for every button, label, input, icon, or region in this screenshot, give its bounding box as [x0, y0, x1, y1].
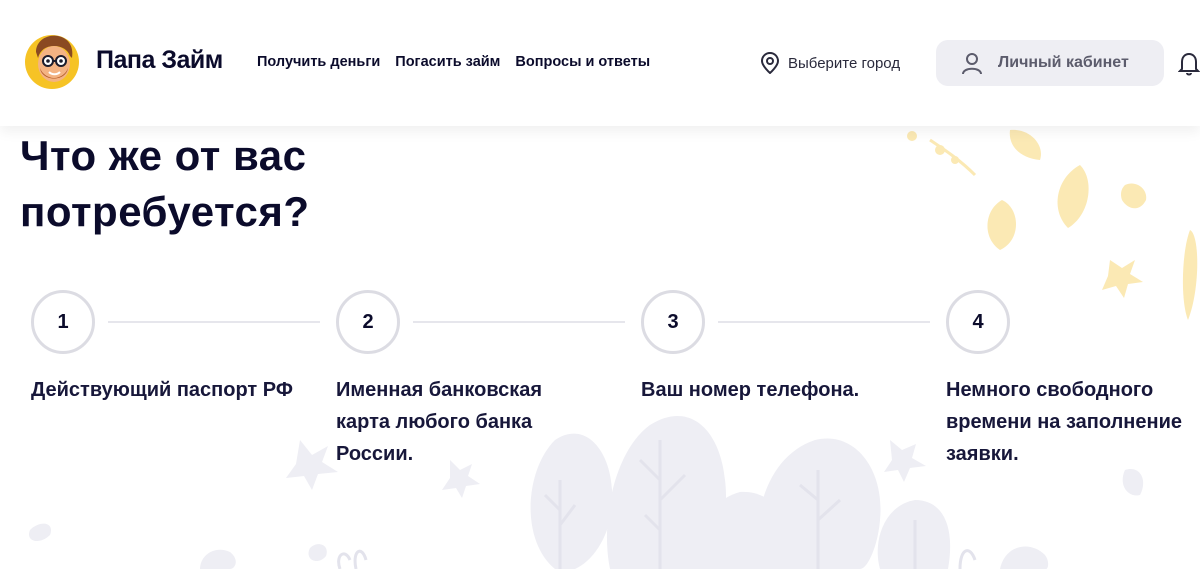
step-3-number: 3: [641, 290, 705, 354]
step-3-text: Ваш номер телефона.: [641, 379, 860, 401]
step-1-text: Действующий паспорт РФ: [31, 379, 293, 401]
section-title: Что же от вас потребуется?: [20, 128, 310, 240]
step-1-number: 1: [31, 290, 95, 354]
city-selector[interactable]: Выберите город: [760, 52, 900, 74]
nav-repay-loan-link[interactable]: Погасить займ: [395, 54, 500, 70]
step-connector-line: [108, 321, 320, 323]
nav-get-money-link[interactable]: Получить деньги: [257, 54, 380, 70]
section-title-line-1: Что же от вас: [20, 132, 307, 179]
bell-icon: [1177, 52, 1200, 76]
page: Папа Займ Получить деньги Погасить займ …: [0, 0, 1200, 569]
location-pin-icon: [760, 52, 780, 74]
step-connector-line: [413, 321, 625, 323]
personal-cabinet-button[interactable]: Личный кабинет: [936, 40, 1164, 86]
section-title-line-2: потребуется?: [20, 188, 310, 235]
user-icon: [962, 53, 982, 75]
step-4-text: Немного свободного времени на заполнение…: [946, 379, 1182, 465]
main-nav: Получить деньги Погасить займ Вопросы и …: [257, 54, 650, 70]
step-connector-line: [718, 321, 930, 323]
site-header: Папа Займ Получить деньги Погасить займ …: [0, 0, 1200, 126]
personal-cabinet-label: Личный кабинет: [998, 54, 1129, 71]
nav-faq-link[interactable]: Вопросы и ответы: [515, 54, 650, 70]
step-4-number: 4: [946, 290, 1010, 354]
notifications-button[interactable]: [1177, 52, 1200, 81]
step-2-number: 2: [336, 290, 400, 354]
step-2-text: Именная банковская карта любого банка Ро…: [336, 379, 543, 465]
mascot-logo-icon: [25, 35, 79, 89]
city-label: Выберите город: [788, 54, 901, 72]
brand-logo[interactable]: Папа Займ: [22, 30, 223, 90]
brand-name: Папа Займ: [96, 45, 223, 74]
